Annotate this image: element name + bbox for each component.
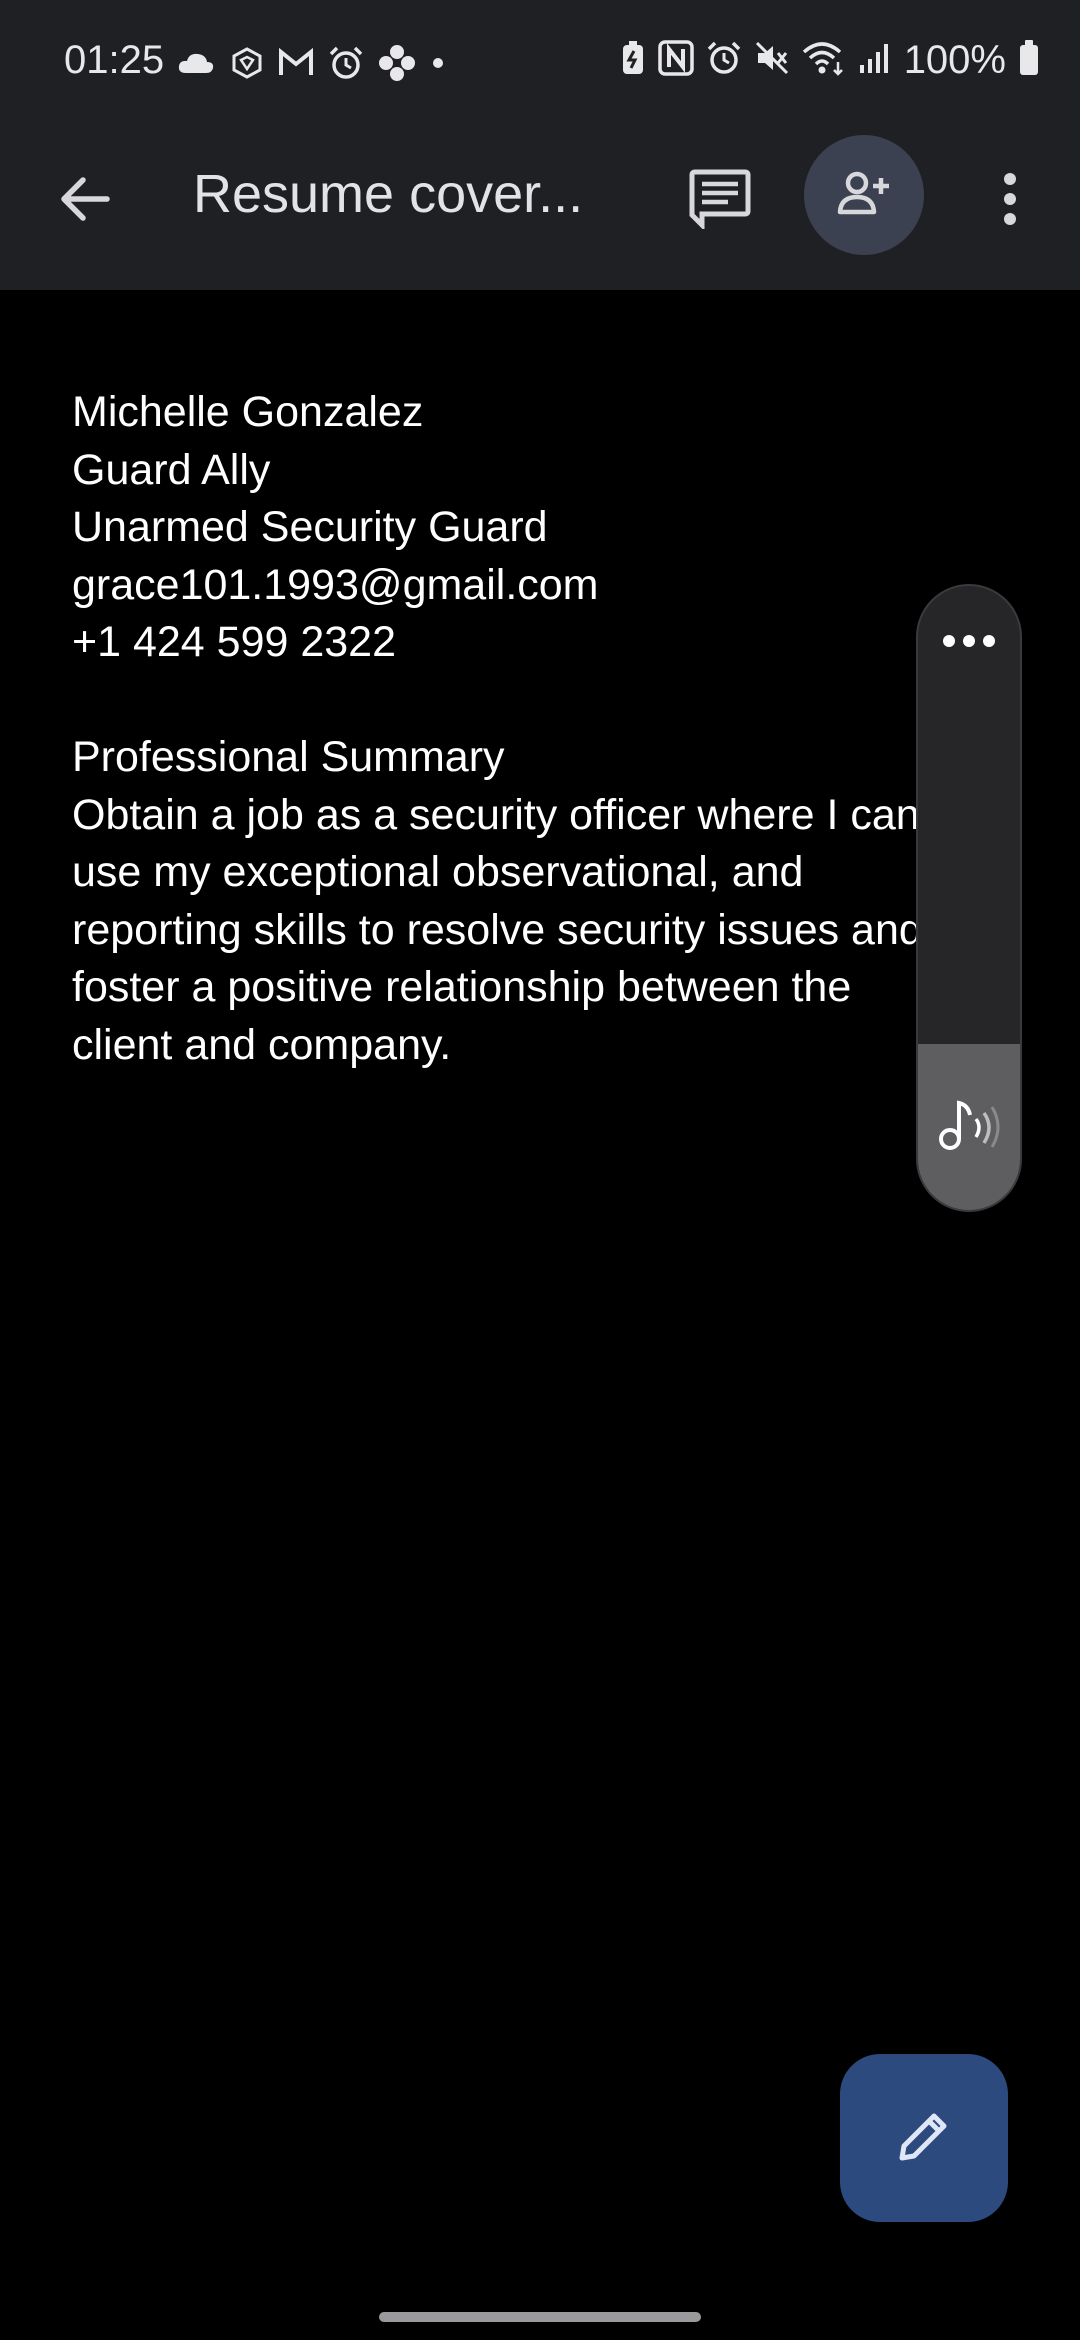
mute-icon (754, 40, 790, 81)
signal-icon (858, 41, 892, 80)
gesture-nav-bar[interactable] (379, 2312, 701, 2322)
contact-role: Unarmed Security Guard (72, 503, 548, 551)
status-time: 01:25 (64, 38, 165, 82)
more-horiz-icon (943, 635, 995, 647)
contact-name: Michelle Gonzalez (72, 388, 424, 436)
share-button[interactable] (804, 135, 924, 255)
status-bar: 01:25 100% (0, 0, 1080, 125)
status-right-icons: 100% (620, 38, 1040, 83)
alarm-icon (328, 45, 364, 86)
add-person-icon (837, 170, 891, 221)
edit-pencil-icon (892, 2104, 956, 2173)
contact-email: grace101.1993@gmail.com (72, 560, 599, 609)
app-bar: Resume cover... (0, 125, 1080, 290)
panel-menu-button[interactable] (918, 616, 1020, 666)
read-aloud-icon (936, 1097, 1002, 1158)
dot-icon (430, 55, 446, 76)
contact-company: Guard Ally (72, 445, 271, 494)
summary-paragraph: Obtain a job as a security officer where… (72, 790, 916, 1069)
gmail-icon (278, 47, 314, 83)
battery-percentage: 100% (903, 38, 1006, 82)
document-viewport[interactable]: Michelle Gonzalez Guard Ally Unarmed Sec… (0, 290, 916, 2090)
status-left-icons (176, 44, 446, 87)
read-aloud-button[interactable] (918, 1044, 1020, 1210)
more-vert-icon (1000, 171, 1020, 232)
battery-icon (1018, 39, 1040, 82)
app-icon (230, 46, 264, 85)
nfc-icon (657, 40, 694, 81)
comment-icon (688, 169, 752, 234)
contact-phone: +1 424 599 2322 (72, 618, 397, 666)
read-aloud-panel[interactable] (916, 584, 1022, 1212)
alarm-icon (706, 40, 742, 81)
document-title[interactable]: Resume cover... (193, 163, 613, 225)
comments-button[interactable] (680, 161, 760, 241)
battery-saver-icon (620, 40, 646, 81)
document-body: Michelle Gonzalez Guard Ally Unarmed Sec… (72, 384, 916, 1074)
wifi-icon (802, 40, 846, 81)
summary-heading: Professional Summary (72, 733, 505, 781)
flower-icon (378, 44, 416, 87)
back-button[interactable] (44, 161, 124, 241)
more-options-button[interactable] (970, 161, 1050, 241)
cloud-icon (176, 49, 216, 82)
arrow-back-icon (55, 170, 113, 233)
edit-button[interactable] (840, 2054, 1008, 2222)
